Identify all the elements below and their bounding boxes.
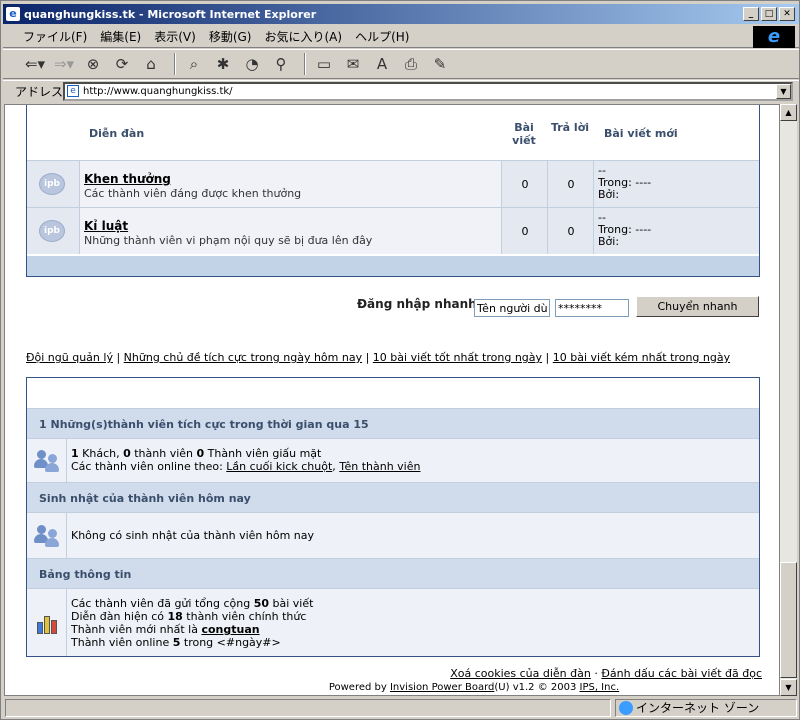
col-replies: Trả lời xyxy=(550,121,590,134)
ie-icon: e xyxy=(6,7,20,21)
menu-favorites[interactable]: お気に入り(A) xyxy=(264,28,342,45)
forum-row: ipb Kỉ luật Những thành viên vi phạm nội… xyxy=(27,207,759,254)
ips-link[interactable]: IPS, Inc. xyxy=(580,682,620,693)
forum-table-header: Diễn đàn Bài viết Trả lời Bài viết mới xyxy=(27,105,759,160)
board-stats: 1 Những(s)thành viên tích cực trong thời… xyxy=(26,377,760,657)
newest-member-link[interactable]: congtuan xyxy=(201,623,259,636)
sort-member-name-link[interactable]: Tên thành viên xyxy=(339,460,420,473)
search-icon[interactable]: ⌕ xyxy=(182,53,206,75)
link-top10[interactable]: 10 bài viết tốt nhất trong ngày xyxy=(373,351,542,364)
ipb-link[interactable]: Invision Power Board xyxy=(390,682,494,693)
board-info-row: Các thành viên đã gửi tổng cộng 50 bài v… xyxy=(27,588,759,656)
history-icon[interactable]: ◔ xyxy=(240,53,264,75)
link-staff[interactable]: Đội ngũ quản lý xyxy=(26,351,113,364)
page-viewport: Diễn đàn Bài viết Trả lời Bài viết mới i… xyxy=(4,104,780,696)
users-icon xyxy=(33,524,60,547)
replies-count: 0 xyxy=(567,178,575,191)
menu-help[interactable]: ヘルプ(H) xyxy=(355,28,409,45)
last-post-info: -- Trong: ---- Bởi: xyxy=(593,161,759,207)
forum-row: ipb Khen thưởng Các thành viên đáng được… xyxy=(27,160,759,207)
forum-table-footer xyxy=(27,256,759,276)
forum-status-icon: ipb xyxy=(39,173,65,195)
username-field[interactable] xyxy=(474,299,550,317)
forum-link[interactable]: Khen thưởng xyxy=(84,172,497,186)
mail-icon[interactable]: ✉ xyxy=(341,53,365,75)
chevron-down-icon[interactable]: ▼ xyxy=(776,84,791,99)
last-post-info: -- Trong: ---- Bởi: xyxy=(593,208,759,254)
forward-icon[interactable]: ⇒▾ xyxy=(52,53,76,75)
quick-links: Đội ngũ quản lý | Những chủ đề tích cực … xyxy=(26,351,731,364)
window-title: quanghungkiss.tk - Microsoft Internet Ex… xyxy=(24,7,317,21)
stop-icon[interactable]: ⊗ xyxy=(81,53,105,75)
col-posts: Bài viết xyxy=(512,121,536,147)
status-text xyxy=(5,699,611,717)
address-url: http://www.quanghungkiss.tk/ xyxy=(83,86,233,97)
security-zone: インターネット ゾーン xyxy=(615,699,797,717)
menu-edit[interactable]: 編集(E) xyxy=(100,28,141,45)
home-icon[interactable]: ⌂ xyxy=(139,53,163,75)
quick-login-label: Đăng nhập nhanh xyxy=(357,297,477,311)
forum-table: Diễn đàn Bài viết Trả lời Bài viết mới i… xyxy=(26,105,760,277)
password-field[interactable] xyxy=(555,299,629,317)
menu-bar: ファイル(F) 編集(E) 表示(V) 移動(G) お気に入り(A) ヘルプ(H… xyxy=(3,26,799,48)
link-active-topics[interactable]: Những chủ đề tích cực trong ngày hôm nay xyxy=(124,351,362,364)
board-info-title: Bảng thông tin xyxy=(27,558,759,588)
fullscreen-icon[interactable]: ▭ xyxy=(312,53,336,75)
col-last-post: Bài viết mới xyxy=(604,127,678,140)
close-button[interactable]: ✕ xyxy=(779,7,795,21)
refresh-icon[interactable]: ⟳ xyxy=(110,53,134,75)
posts-count: 0 xyxy=(521,178,529,191)
menu-go[interactable]: 移動(G) xyxy=(209,28,252,45)
address-label: アドレス xyxy=(15,85,64,99)
browser-window: e quanghungkiss.tk - Microsoft Internet … xyxy=(0,0,800,720)
birthday-text: Không có sinh nhật của thành viên hôm na… xyxy=(71,529,315,542)
quick-login: Đăng nhập nhanh Chuyển nhanh xyxy=(357,293,767,319)
back-icon[interactable]: ⇐▾ xyxy=(23,53,47,75)
minimize-button[interactable]: _ xyxy=(743,7,759,21)
toolbar: ⇐▾ ⇒▾ ⊗ ⟳ ⌂ ⌕ ✱ ◔ ⚲ ▭ ✉ A ⎙ ✎ xyxy=(3,49,799,79)
scroll-up-icon[interactable]: ▲ xyxy=(780,104,797,121)
forum-description: Các thành viên đáng được khen thưởng xyxy=(84,187,302,200)
scroll-down-icon[interactable]: ▼ xyxy=(780,679,797,696)
ie-logo-icon: e xyxy=(753,26,795,48)
channels-icon[interactable]: ⚲ xyxy=(269,53,293,75)
favorites-icon[interactable]: ✱ xyxy=(211,53,235,75)
print-icon[interactable]: ⎙ xyxy=(399,53,423,75)
forum-status-icon: ipb xyxy=(39,220,65,242)
font-size-icon[interactable]: A xyxy=(370,53,394,75)
address-bar: アドレス e http://www.quanghungkiss.tk/ ▼ xyxy=(3,80,799,102)
forum-description: Những thành viên vi phạm nội quy sẽ bị đ… xyxy=(84,234,373,247)
page-footer: Xoá cookies của diễn đàn · Đánh dấu các … xyxy=(328,667,762,693)
bar-chart-icon xyxy=(36,612,58,634)
menu-file[interactable]: ファイル(F) xyxy=(23,28,87,45)
edit-icon[interactable]: ✎ xyxy=(428,53,452,75)
address-input[interactable]: e http://www.quanghungkiss.tk/ ▼ xyxy=(63,82,793,101)
delete-cookies-link[interactable]: Xoá cookies của diễn đàn xyxy=(450,667,591,680)
posts-count: 0 xyxy=(521,225,529,238)
mark-read-link[interactable]: Đánh dấu các bài viết đã đọc xyxy=(601,667,762,680)
link-bottom10[interactable]: 10 bài viết kém nhất trong ngày xyxy=(553,351,730,364)
scroll-thumb[interactable] xyxy=(780,562,797,678)
replies-count: 0 xyxy=(567,225,575,238)
forum-link[interactable]: Kỉ luật xyxy=(84,219,497,233)
vertical-scrollbar[interactable]: ▲ ▼ xyxy=(780,104,797,696)
maximize-button[interactable]: □ xyxy=(761,7,777,21)
birthday-row: Không có sinh nhật của thành viên hôm na… xyxy=(27,512,759,558)
col-forum: Diễn đàn xyxy=(89,127,145,140)
active-users-title: 1 Những(s)thành viên tích cực trong thời… xyxy=(27,408,759,438)
birthday-title: Sinh nhật của thành viên hôm nay xyxy=(27,482,759,512)
title-bar: e quanghungkiss.tk - Microsoft Internet … xyxy=(3,4,799,24)
menu-view[interactable]: 表示(V) xyxy=(154,28,196,45)
sort-last-click-link[interactable]: Lần cuối kick chuột xyxy=(226,460,332,473)
status-bar: インターネット ゾーン xyxy=(3,698,799,718)
active-users-row: 1 Khách, 0 thành viên 0 Thành viên giấu … xyxy=(27,438,759,482)
page-icon: e xyxy=(67,85,79,97)
users-icon xyxy=(33,449,60,472)
globe-icon xyxy=(619,701,633,715)
quick-jump-button[interactable]: Chuyển nhanh xyxy=(636,296,759,317)
